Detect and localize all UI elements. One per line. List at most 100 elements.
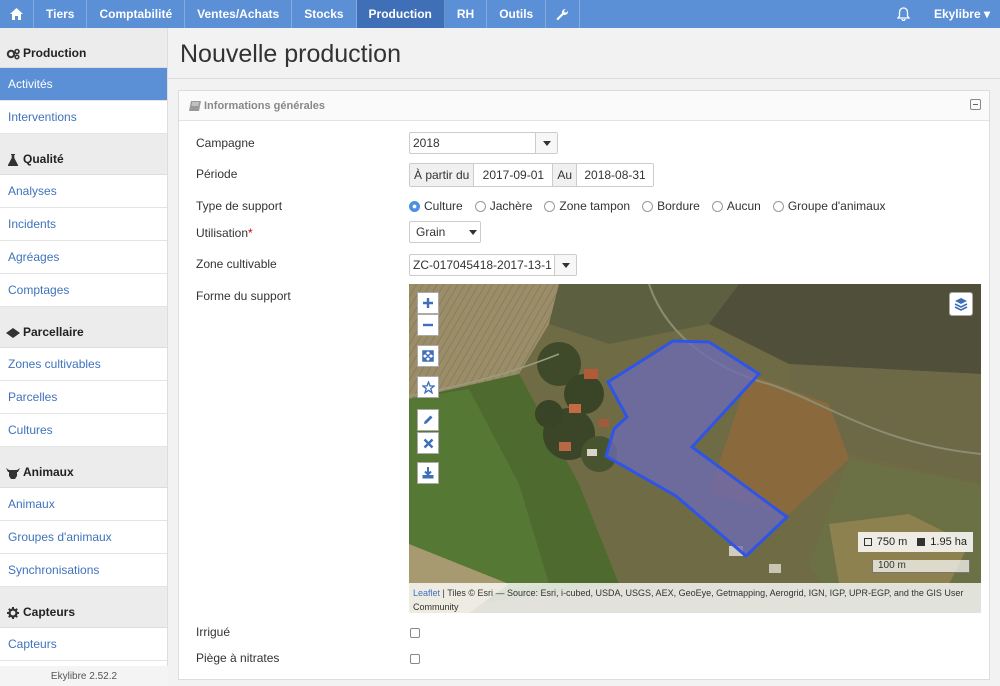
nav-stocks[interactable]: Stocks [292, 0, 357, 28]
support-type-label: Type de support [196, 199, 283, 213]
sidebar-item-synchronisations[interactable]: Synchronisations [0, 554, 167, 587]
pencil-icon [424, 415, 433, 424]
irrigated-label: Irrigué [196, 625, 231, 639]
radio-dot [409, 200, 420, 212]
radio-bordure[interactable]: Bordure [642, 199, 700, 213]
nav-tiers[interactable]: Tiers [34, 0, 88, 28]
nav-outils[interactable]: Outils [487, 0, 547, 28]
usage-label-text: Utilisation [196, 226, 249, 240]
attribution-text: | Tiles © Esri — Source: Esri, i-cubed, … [413, 588, 964, 612]
sidebar-item-groupes-animaux[interactable]: Groupes d'animaux [0, 521, 167, 554]
expand-icon [422, 350, 434, 362]
radio-zone-tampon[interactable]: Zone tampon [544, 199, 630, 213]
radio-dot [474, 200, 486, 212]
radio-aucun[interactable]: Aucun [711, 199, 761, 213]
gears-icon [6, 48, 20, 60]
sidebar-item-cultures[interactable]: Cultures [0, 414, 167, 447]
map-view[interactable]: 750 m 1.95 ha 100 m Leaflet | Tiles © Es… [409, 284, 981, 613]
minus-icon [423, 323, 433, 327]
sidebar-group-animaux: Animaux [0, 447, 167, 488]
sidebar-group-parcellaire: Parcellaire [0, 307, 167, 348]
sidebar-item-analyses[interactable]: Analyses [0, 175, 167, 208]
delete-shape-button[interactable] [417, 432, 439, 454]
campaign-label: Campagne [196, 136, 255, 150]
radio-label: Groupe d'animaux [787, 199, 886, 213]
usage-select[interactable]: Grain [409, 221, 481, 243]
star-icon [421, 380, 435, 394]
sidebar-item-activites[interactable]: Activités [0, 68, 167, 101]
sidebar-item-animaux[interactable]: Animaux [0, 488, 167, 521]
notifications-button[interactable] [886, 0, 922, 28]
radio-groupe-animaux[interactable]: Groupe d'animaux [772, 199, 886, 213]
sidebar-item-zones-cultivables[interactable]: Zones cultivables [0, 348, 167, 381]
plus-icon [423, 298, 433, 308]
zoom-in-button[interactable] [417, 292, 439, 314]
settings-button[interactable] [546, 0, 581, 28]
radio-jachere[interactable]: Jachère [474, 199, 533, 213]
top-navbar: Tiers Comptabilité Ventes/Achats Stocks … [0, 0, 1000, 28]
nav-production[interactable]: Production [356, 0, 445, 28]
radio-culture[interactable]: Culture [409, 199, 463, 213]
zoom-out-button[interactable] [417, 314, 439, 336]
chevron-down-icon [554, 255, 576, 275]
chevron-down-icon [466, 222, 480, 242]
sidebar-group-production: Production [0, 28, 167, 68]
period-end-input[interactable]: 2018-08-31 [576, 164, 654, 186]
period-start-input[interactable]: 2017-09-01 [473, 164, 554, 186]
sidebar-item-incidents[interactable]: Incidents [0, 208, 167, 241]
panel-header: Informations générales [179, 91, 989, 121]
sidebar-group-title: Production [23, 46, 87, 60]
nav-comptabilite[interactable]: Comptabilité [87, 0, 186, 28]
fullscreen-button[interactable] [417, 345, 439, 367]
download-icon [422, 467, 434, 479]
period-label: Période [196, 167, 238, 181]
flask-icon [6, 154, 20, 166]
book-icon [189, 100, 201, 111]
sidebar-item-interventions[interactable]: Interventions [0, 101, 167, 134]
title-divider [168, 78, 1000, 79]
wrench-icon [556, 8, 569, 20]
nav-ventes-achats[interactable]: Ventes/Achats [185, 0, 293, 28]
measure-readout: 750 m 1.95 ha [857, 532, 973, 552]
map-scale: 100 m [872, 560, 970, 573]
period-to-label: Au [553, 164, 577, 186]
download-button[interactable] [417, 462, 439, 484]
home-button[interactable] [0, 0, 34, 28]
land-icon [6, 327, 20, 339]
zone-select[interactable]: ZC-017045418-2017-13-1 [409, 254, 577, 276]
chevron-down-icon [535, 133, 557, 153]
app-version: Ekylibre 2.52.2 [0, 666, 168, 686]
sidebar-item-parcelles[interactable]: Parcelles [0, 381, 167, 414]
radio-label: Bordure [657, 199, 700, 213]
edit-shape-button[interactable] [417, 409, 439, 431]
sidebar-item-comptages[interactable]: Comptages [0, 274, 167, 307]
sidebar: Production Activités Interventions Quali… [0, 28, 168, 686]
layers-button[interactable] [949, 292, 973, 316]
sidebar-group-title: Capteurs [23, 605, 76, 619]
nitrate-trap-checkbox[interactable] [410, 654, 420, 664]
sidebar-group-title: Qualité [23, 152, 64, 166]
bell-icon [897, 7, 911, 21]
leaflet-link[interactable]: Leaflet [413, 588, 440, 598]
sidebar-item-capteurs[interactable]: Capteurs [0, 628, 167, 661]
close-icon [423, 438, 433, 448]
radio-dot [711, 200, 723, 212]
nav-rh[interactable]: RH [445, 0, 488, 28]
radio-dot [642, 200, 654, 212]
page-title: Nouvelle production [180, 40, 401, 68]
favorite-button[interactable] [417, 376, 439, 398]
irrigated-checkbox[interactable] [410, 628, 420, 638]
campaign-select[interactable]: 2018 [409, 132, 558, 154]
radio-label: Jachère [489, 199, 533, 213]
sidebar-group-capteurs: Capteurs [0, 587, 167, 628]
perimeter-value: 750 m [876, 536, 908, 548]
layers-icon [954, 298, 968, 311]
radio-dot [544, 200, 556, 212]
usage-value: Grain [416, 225, 446, 239]
period-from-label: À partir du [410, 164, 474, 186]
sidebar-item-agreages[interactable]: Agréages [0, 241, 167, 274]
collapse-button[interactable] [970, 99, 981, 110]
usage-label: Utilisation* [196, 226, 253, 240]
user-menu[interactable]: Ekylibre ▾ [922, 0, 1000, 28]
radio-dot [772, 200, 784, 212]
